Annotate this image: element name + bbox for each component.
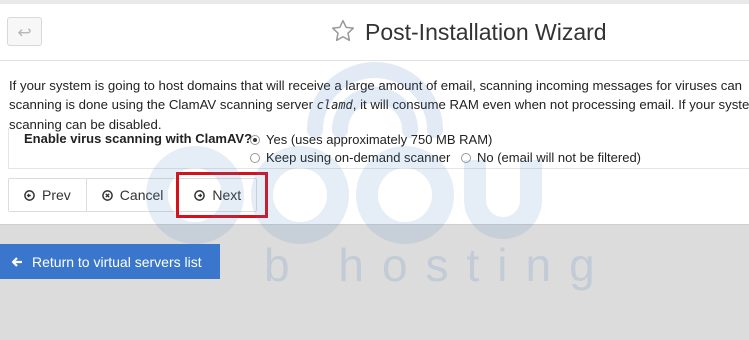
radio-unselected-icon[interactable] xyxy=(461,152,471,163)
radio-unselected-icon[interactable] xyxy=(250,152,260,163)
radio-option-yes[interactable]: Yes (uses approximately 750 MB RAM) xyxy=(250,132,492,147)
clamav-field-label: Enable virus scanning with ClamAV? xyxy=(24,131,253,146)
cancel-button-label: Cancel xyxy=(119,187,164,203)
back-button[interactable]: ↩ xyxy=(7,17,42,46)
clamd-code: clamd xyxy=(316,98,353,112)
radio-option-yes-label: Yes (uses approximately 750 MB RAM) xyxy=(266,132,493,147)
header-divider xyxy=(0,60,749,61)
return-to-virtual-servers-button[interactable]: Return to virtual servers list xyxy=(0,244,220,279)
page-title: Post-Installation Wizard xyxy=(365,19,607,45)
circle-arrow-left-icon xyxy=(24,189,35,201)
description-text: If your system is going to host domains … xyxy=(9,76,749,134)
top-border xyxy=(0,0,749,4)
circle-x-icon xyxy=(101,189,113,201)
prev-button-label: Prev xyxy=(42,187,71,203)
return-button-label: Return to virtual servers list xyxy=(32,253,202,270)
prev-button[interactable]: Prev xyxy=(9,179,87,211)
radio-option-no-label: No (email will not be filtered) xyxy=(477,150,642,165)
arrow-left-icon xyxy=(11,256,22,267)
radio-option-on-demand[interactable]: Keep using on-demand scanner xyxy=(250,150,450,165)
cancel-button[interactable]: Cancel xyxy=(86,179,180,211)
radio-option-on-demand-label: Keep using on-demand scanner xyxy=(266,150,451,165)
radio-selected-icon[interactable] xyxy=(250,134,260,145)
description-line-1: If your system is going to host domains … xyxy=(9,78,742,93)
watermark-text: b hosting xyxy=(264,239,613,291)
radio-option-no[interactable]: No (email will not be filtered) xyxy=(461,150,641,165)
star-outline-icon[interactable] xyxy=(330,18,356,44)
next-highlight-box xyxy=(176,172,268,218)
undo-arrow-icon: ↩ xyxy=(17,23,32,42)
description-line-2: scanning is done using the ClamAV scanni… xyxy=(9,97,749,112)
